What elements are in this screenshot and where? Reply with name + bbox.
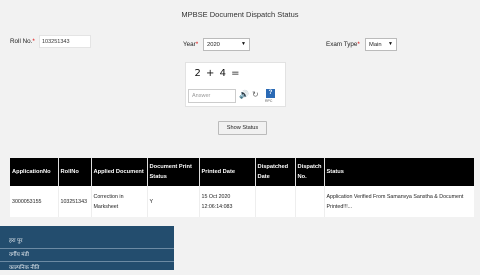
- column-header: Dispatch No.: [295, 158, 325, 186]
- exam-type-label: Exam Type*: [326, 41, 360, 48]
- year-label: Year*: [183, 41, 199, 48]
- table-header-row: ApplicationNo RollNo Applied Document Do…: [10, 158, 474, 186]
- table-cell: Application Verified From Samanvya Sanst…: [324, 186, 474, 217]
- column-header: Document Print Status: [147, 158, 200, 186]
- side-menu-panel: हरा पुर वर्गीय मंडी काल्पनिक नीति: [0, 226, 174, 271]
- help-icon[interactable]: ?: [266, 89, 275, 98]
- show-status-button[interactable]: Show Status: [218, 121, 267, 135]
- exam-type-select[interactable]: Main ▼: [365, 38, 397, 51]
- column-header: Applied Document: [91, 158, 148, 186]
- column-header: Status: [324, 158, 474, 186]
- column-header: RollNo: [58, 158, 92, 186]
- column-header: ApplicationNo: [10, 158, 59, 186]
- table-cell: 15 Oct 2020 12:06:14:083: [199, 186, 256, 217]
- captcha-widget: 2 + 4 = Answer 🔊 ↻ ? RPC: [185, 62, 286, 107]
- table-cell: Y: [147, 186, 200, 217]
- table-cell: 103251343: [58, 186, 92, 217]
- table-cell: 3000053155: [10, 186, 59, 217]
- chevron-down-icon: ▼: [388, 41, 393, 47]
- page-title: MPBSE Document Dispatch Status: [181, 10, 299, 19]
- captcha-answer-input[interactable]: Answer: [188, 89, 236, 103]
- table-row: 3000053155 103251343 Correction in Marks…: [10, 186, 474, 217]
- table-cell: Correction in Marksheet: [91, 186, 148, 217]
- year-select[interactable]: 2020 ▼: [203, 38, 250, 51]
- roll-no-label: Roll No.*: [10, 38, 35, 45]
- side-menu-item[interactable]: काल्पनिक नीति: [0, 261, 174, 274]
- side-menu-item[interactable]: वर्गीय मंडी: [0, 248, 174, 261]
- results-table: ApplicationNo RollNo Applied Document Do…: [10, 158, 474, 217]
- refresh-icon[interactable]: ↻: [252, 90, 259, 99]
- captcha-question: 2 + 4 =: [194, 68, 241, 79]
- column-header: Printed Date: [199, 158, 256, 186]
- chevron-down-icon: ▼: [241, 41, 246, 47]
- captcha-provider-label: RPC: [265, 99, 273, 103]
- side-menu-item[interactable]: हरा पुर: [0, 235, 174, 248]
- column-header: Dispatched Date: [255, 158, 296, 186]
- table-cell: [295, 186, 325, 217]
- audio-icon[interactable]: 🔊: [239, 90, 249, 99]
- table-cell: [255, 186, 296, 217]
- roll-no-input[interactable]: 103251343: [39, 35, 91, 48]
